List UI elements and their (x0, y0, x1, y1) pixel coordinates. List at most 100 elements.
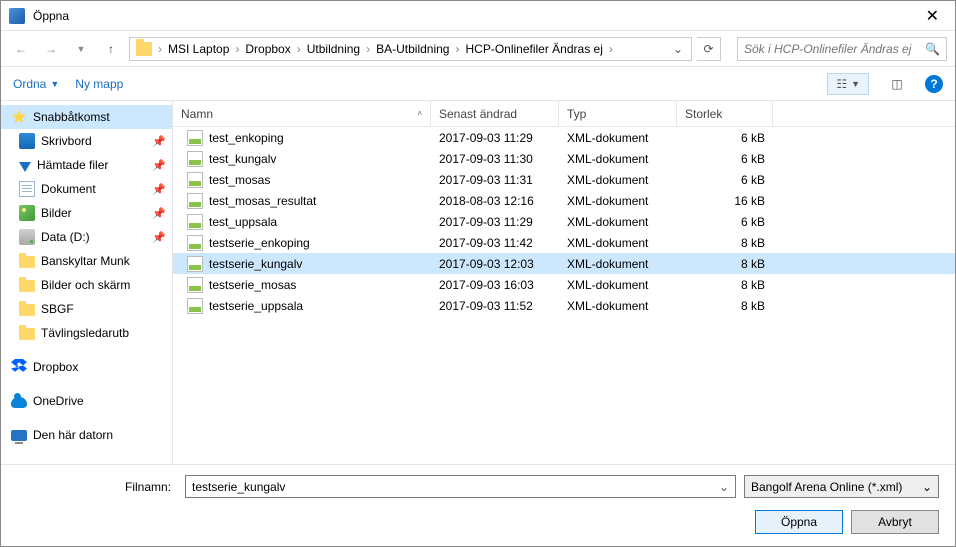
column-header-name[interactable]: Namn ˄ (173, 101, 431, 126)
sidebar-item[interactable]: Hämtade filer 📌 (1, 153, 172, 177)
forward-icon[interactable]: → (39, 37, 63, 61)
drive-icon (19, 229, 35, 245)
sidebar-item[interactable]: Data (D:) 📌 (1, 225, 172, 249)
nav-bar: ← → ▼ ↑ › MSI Laptop›Dropbox›Utbildning›… (1, 31, 955, 67)
file-type: XML-dokument (559, 131, 677, 145)
sidebar-onedrive[interactable]: OneDrive (1, 389, 172, 413)
sidebar-item[interactable]: Banskyltar Munk (1, 249, 172, 273)
file-modified: 2017-09-03 11:42 (431, 236, 559, 250)
sidebar-item[interactable]: SBGF (1, 297, 172, 321)
file-size: 8 kB (677, 299, 773, 313)
xml-file-icon (187, 193, 203, 209)
view-mode-button[interactable]: ☷ ▼ (827, 73, 869, 95)
column-header-type[interactable]: Typ (559, 101, 677, 126)
filename-row: Filnamn: ⌄ Bangolf Arena Online (*.xml) … (17, 475, 939, 498)
file-modified: 2017-09-03 11:52 (431, 299, 559, 313)
filetype-select[interactable]: Bangolf Arena Online (*.xml) ⌄ (744, 475, 939, 498)
recent-dropdown-icon[interactable]: ▼ (69, 37, 93, 61)
pin-icon: 📌 (152, 231, 166, 244)
organize-button[interactable]: Ordna ▼ (13, 77, 59, 91)
refresh-icon[interactable]: ⟳ (697, 37, 721, 61)
file-size: 6 kB (677, 152, 773, 166)
sidebar-item-label: Bilder och skärm (41, 278, 130, 292)
file-modified: 2018-08-03 12:16 (431, 194, 559, 208)
sidebar-item[interactable]: Bilder och skärm (1, 273, 172, 297)
file-type: XML-dokument (559, 236, 677, 250)
open-button[interactable]: Öppna (755, 510, 843, 534)
column-header-size[interactable]: Storlek (677, 101, 773, 126)
search-input[interactable]: 🔍 (737, 37, 947, 61)
file-type: XML-dokument (559, 278, 677, 292)
file-name: test_kungalv (209, 152, 276, 166)
breadcrumb-segment[interactable]: MSI Laptop (164, 42, 233, 56)
file-type: XML-dokument (559, 152, 677, 166)
dialog-footer: Filnamn: ⌄ Bangolf Arena Online (*.xml) … (1, 464, 955, 546)
chevron-right-icon[interactable]: › (607, 42, 615, 56)
filename-field[interactable] (192, 480, 713, 494)
sidebar-item[interactable]: Tävlingsledarutb (1, 321, 172, 345)
file-rows: test_enkoping2017-09-03 11:29XML-dokumen… (173, 127, 955, 464)
column-header-modified[interactable]: Senast ändrad (431, 101, 559, 126)
file-modified: 2017-09-03 11:30 (431, 152, 559, 166)
file-modified: 2017-09-03 11:29 (431, 215, 559, 229)
close-icon[interactable]: ✕ (918, 4, 947, 28)
file-row[interactable]: testserie_uppsala2017-09-03 11:52XML-dok… (173, 295, 955, 316)
back-icon[interactable]: ← (9, 37, 33, 61)
toolbar: Ordna ▼ Ny mapp ☷ ▼ ◫ ? (1, 67, 955, 101)
chevron-right-icon[interactable]: › (364, 42, 372, 56)
file-type: XML-dokument (559, 257, 677, 271)
filetype-label: Bangolf Arena Online (*.xml) (751, 480, 902, 494)
new-folder-button[interactable]: Ny mapp (75, 77, 123, 91)
filename-label: Filnamn: (17, 480, 177, 494)
doc-icon (19, 181, 35, 197)
breadcrumb-segment[interactable]: HCP-Onlinefiler Ändras ej (461, 42, 606, 56)
sort-arrow-icon: ˄ (417, 109, 422, 118)
breadcrumb[interactable]: › MSI Laptop›Dropbox›Utbildning›BA-Utbil… (129, 37, 692, 61)
sidebar-dropbox[interactable]: Dropbox (1, 355, 172, 379)
sidebar-item-label: Dokument (41, 182, 96, 196)
file-row[interactable]: test_uppsala2017-09-03 11:29XML-dokument… (173, 211, 955, 232)
folder-icon (19, 280, 35, 292)
filename-input[interactable]: ⌄ (185, 475, 736, 498)
file-list: Namn ˄ Senast ändrad Typ Storlek test_en… (173, 101, 955, 464)
pin-icon: 📌 (152, 159, 166, 172)
help-icon[interactable]: ? (925, 75, 943, 93)
preview-pane-button[interactable]: ◫ (885, 73, 909, 95)
file-row[interactable]: test_kungalv 2017-09-03 11:30XML-dokument… (173, 148, 955, 169)
up-icon[interactable]: ↑ (99, 37, 123, 61)
folder-icon (19, 256, 35, 268)
sidebar-item-label: Data (D:) (41, 230, 90, 244)
folder-icon (19, 304, 35, 316)
filename-dropdown-icon[interactable]: ⌄ (713, 480, 729, 494)
sidebar-quick-access[interactable]: Snabbåtkomst (1, 105, 172, 129)
file-row[interactable]: test_mosas2017-09-03 11:31XML-dokument6 … (173, 169, 955, 190)
chevron-right-icon[interactable]: › (295, 42, 303, 56)
file-row[interactable]: testserie_enkoping2017-09-03 11:42XML-do… (173, 232, 955, 253)
sidebar-item[interactable]: Dokument📌 (1, 177, 172, 201)
chevron-down-icon: ⌄ (922, 480, 932, 494)
file-row[interactable]: test_mosas_resultat 2018-08-03 12:16XML-d… (173, 190, 955, 211)
xml-file-icon (187, 298, 203, 314)
search-field[interactable] (744, 42, 919, 56)
sidebar-item[interactable]: Skrivbord📌 (1, 129, 172, 153)
file-row[interactable]: test_enkoping2017-09-03 11:29XML-dokumen… (173, 127, 955, 148)
breadcrumb-dropdown-icon[interactable]: ⌄ (669, 42, 687, 56)
chevron-right-icon[interactable]: › (156, 42, 164, 56)
sidebar-item-label: Banskyltar Munk (41, 254, 130, 268)
star-icon (11, 109, 27, 125)
breadcrumb-segment[interactable]: BA-Utbildning (372, 42, 453, 56)
file-row[interactable]: testserie_kungalv2017-09-03 12:03XML-dok… (173, 253, 955, 274)
breadcrumb-segment[interactable]: Dropbox (241, 42, 294, 56)
xml-file-icon (187, 277, 203, 293)
file-type: XML-dokument (559, 194, 677, 208)
xml-file-icon (187, 214, 203, 230)
file-row[interactable]: testserie_mosas2017-09-03 16:03XML-dokum… (173, 274, 955, 295)
pc-icon (11, 430, 27, 441)
sidebar-item[interactable]: Bilder📌 (1, 201, 172, 225)
file-name: test_mosas_resultat (209, 194, 316, 208)
breadcrumb-segment[interactable]: Utbildning (303, 42, 364, 56)
sidebar-item-label: Hämtade filer (37, 158, 108, 172)
sidebar-this-pc[interactable]: Den här datorn (1, 423, 172, 447)
file-type: XML-dokument (559, 215, 677, 229)
cancel-button[interactable]: Avbryt (851, 510, 939, 534)
